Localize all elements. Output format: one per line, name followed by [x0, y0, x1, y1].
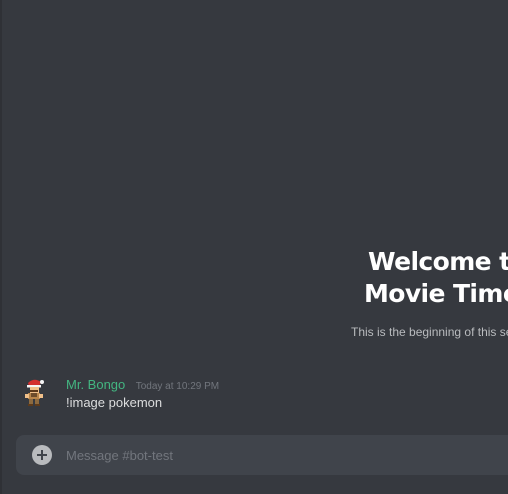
- welcome-title-line-2: Movie Time: [364, 279, 508, 308]
- chat-area: Welcome to Movie Time This is the beginn…: [2, 0, 508, 494]
- channel-welcome-title: Welcome to Movie Time: [364, 246, 508, 310]
- message-timestamp: Today at 10:29 PM: [135, 381, 220, 392]
- message-item: Mr. Bongo Today at 10:29 PM !image pokem…: [2, 370, 508, 420]
- message-username[interactable]: Mr. Bongo: [66, 377, 125, 392]
- mario-avatar-icon[interactable]: [18, 376, 50, 408]
- message-header: Mr. Bongo Today at 10:29 PM: [66, 376, 219, 394]
- message-input[interactable]: [66, 435, 506, 475]
- plus-circle-icon[interactable]: [32, 445, 52, 465]
- message-content: !image pokemon: [66, 395, 163, 410]
- welcome-title-line-1: Welcome to: [368, 247, 508, 276]
- channel-welcome-subtitle: This is the beginning of this se: [351, 325, 508, 339]
- message-composer: [16, 435, 508, 475]
